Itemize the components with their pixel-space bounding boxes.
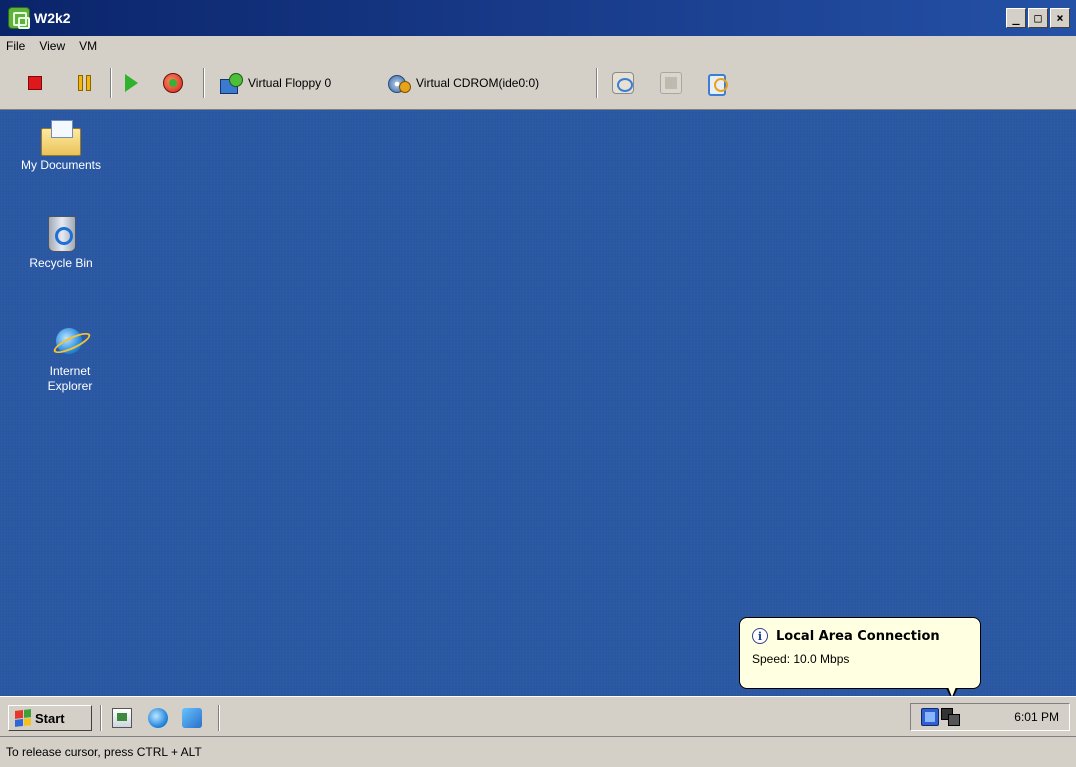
virtual-cdrom-label: Virtual CDROM(ide0:0) [416,76,540,90]
system-tray: 6:01 PM [910,703,1070,731]
show-desktop-icon[interactable] [112,708,132,728]
play-icon [125,74,138,92]
virtual-floppy-button[interactable]: Virtual Floppy 0 [220,70,331,96]
internet-explorer-icon[interactable] [148,708,168,728]
network-connection-icon[interactable] [941,708,960,726]
revert-snapshot-button[interactable] [660,70,682,96]
power-on-button[interactable] [125,70,138,96]
menu-vm[interactable]: VM [79,39,97,53]
toolbar-separator [203,68,205,98]
menu-bar: File View VM [0,36,1076,56]
minimize-button[interactable]: _ [1006,8,1026,28]
desktop-icon-my-documents[interactable]: My Documents [6,120,116,173]
menu-file[interactable]: File [6,39,25,53]
snapshot-manager-button[interactable] [706,70,728,96]
maximize-button[interactable]: □ [1028,8,1048,28]
cdrom-icon [388,73,411,93]
suspend-button[interactable] [78,70,92,96]
pause-icon [78,75,92,91]
window-title: W2k2 [34,10,71,26]
tray-display-icon[interactable] [921,708,939,726]
status-bar: To release cursor, press CTRL + ALT [0,736,1076,767]
window-controls: _ □ × [1006,8,1070,28]
media-icon[interactable] [182,708,202,728]
close-button[interactable]: × [1050,8,1070,28]
take-snapshot-button[interactable] [612,70,634,96]
reset-button[interactable] [163,70,183,96]
balloon-text: Speed: 10.0 Mbps [752,652,850,666]
start-label: Start [35,710,65,726]
taskbar: Start 6:01 PM [0,696,1076,736]
clock[interactable]: 6:01 PM [1014,710,1059,724]
floppy-icon [220,73,243,94]
menu-view[interactable]: View [39,39,65,53]
my-documents-icon [41,120,81,156]
snapshot-manager-icon [706,72,728,96]
balloon-title: Local Area Connection [776,628,940,644]
desktop-icon-label: Internet Explorer [47,364,93,393]
toolbar-separator [110,68,112,98]
vmware-app-icon [8,7,30,29]
info-icon: i [752,628,768,644]
desktop-icon-recycle-bin[interactable]: Recycle Bin [6,214,116,271]
status-text: To release cursor, press CTRL + ALT [6,745,202,759]
desktop-icon-label: Recycle Bin [29,256,93,270]
taskbar-separator [218,705,220,731]
stop-icon [28,76,42,90]
internet-explorer-icon [52,324,88,360]
snapshot-icon [612,72,634,94]
toolbar-separator [596,68,598,98]
recycle-bin-icon [46,214,76,252]
vm-toolbar: Virtual Floppy 0 Virtual CDROM(ide0:0) [0,56,1076,110]
desktop-icon-label: My Documents [20,158,102,172]
virtual-floppy-label: Virtual Floppy 0 [248,76,332,90]
revert-icon [660,72,682,94]
desktop-icon-internet-explorer[interactable]: Internet Explorer [6,324,134,394]
start-button[interactable]: Start [8,705,92,731]
reset-icon [163,73,183,93]
power-off-button[interactable] [28,70,42,96]
network-balloon-tooltip[interactable]: i Local Area Connection Speed: 10.0 Mbps [739,617,981,689]
guest-desktop[interactable]: My Documents Recycle Bin Internet Explor… [0,110,1076,696]
taskbar-separator [100,705,102,731]
windows-logo-icon [15,709,31,727]
virtual-cdrom-button[interactable]: Virtual CDROM(ide0:0) [388,70,539,96]
window-titlebar[interactable]: W2k2 _ □ × [0,0,1076,36]
